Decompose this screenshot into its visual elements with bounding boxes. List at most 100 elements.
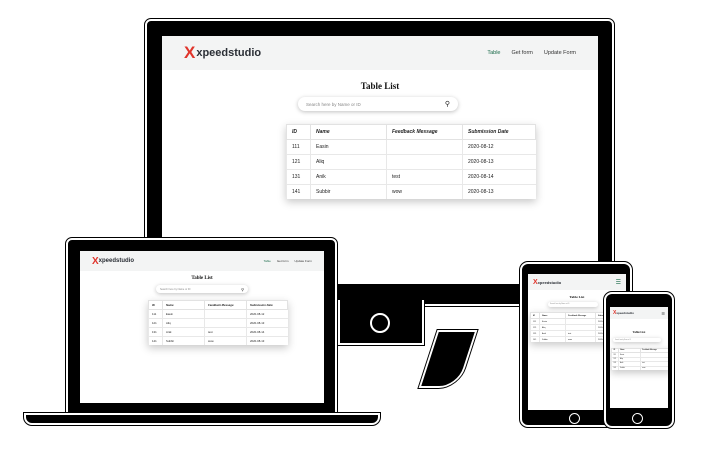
cell-name: Easin: [310, 139, 387, 155]
cell-name: Subbir: [617, 365, 641, 370]
page-title: Table List: [191, 276, 213, 281]
cell-name: Subbir: [162, 336, 205, 345]
search-placeholder: Search here by Name or ID: [615, 339, 631, 341]
cell-feedback: [204, 309, 247, 319]
brand-logo[interactable]: X xpeedstudio: [92, 256, 134, 267]
brand-logo[interactable]: X xpeedstudio: [613, 310, 634, 316]
nav-item-table[interactable]: Table: [264, 259, 271, 263]
search-placeholder: Search here by Name or ID: [306, 101, 361, 107]
cell-name: Easin: [162, 309, 205, 319]
cell-feedback: wow: [565, 336, 596, 342]
cell-id: 131: [148, 327, 163, 337]
nav-item-update-form[interactable]: Update Form: [294, 259, 312, 263]
col-header-name: Name: [310, 124, 387, 140]
cell-date: 2020-08-13: [462, 184, 536, 199]
phone-home-button-icon: [632, 413, 643, 424]
menu-icon[interactable]: ☰: [661, 311, 665, 316]
navbar: X xpeedstudio Table Get form Update Form: [80, 251, 324, 271]
cell-date: 2020-08-12: [246, 309, 288, 319]
cell-id: 141: [611, 365, 619, 370]
logo-text: xpeedstudio: [196, 47, 262, 59]
search-input[interactable]: Search here by Name or ID: [613, 338, 661, 342]
page-title: Table List: [632, 330, 646, 334]
col-header-feedback: Feedback Message: [204, 300, 247, 310]
cell-feedback: test: [204, 327, 247, 337]
logo-text: xpeedstudio: [537, 279, 562, 285]
col-header-date: Submission Date: [246, 300, 288, 310]
laptop-base: [23, 412, 381, 426]
cell-name: Anik: [310, 169, 387, 185]
nav-item-table[interactable]: Table: [487, 50, 500, 56]
monitor-stand-base: [417, 329, 479, 389]
cell-id: 121: [286, 154, 311, 170]
cell-date: 2020-08-12: [462, 139, 536, 155]
cell-date: 2020-08-13: [462, 154, 536, 170]
nav-links: Table Get form Update Form: [487, 50, 576, 56]
search-input[interactable]: Search here by Name or ID: [548, 302, 598, 307]
nav-item-get-form[interactable]: Get form: [277, 259, 289, 263]
data-table: ID Name Feedback Message Submission Date…: [148, 300, 288, 345]
logo-text: xpeedstudio: [616, 311, 635, 315]
table-row[interactable]: 111 Easin 2020-08-12: [286, 139, 536, 155]
search-icon[interactable]: ⚲: [445, 100, 450, 108]
cell-name: Subbir: [310, 184, 387, 199]
cell-feedback: wow: [639, 365, 668, 370]
cell-date: 2020-08-14: [462, 169, 536, 185]
table-row[interactable]: 121 Aliq 2020-08-13: [286, 154, 536, 170]
cell-id: 141: [286, 184, 311, 199]
col-header-id: ID: [148, 300, 163, 310]
cell-name: Aliq: [162, 318, 205, 328]
nav-item-update-form[interactable]: Update Form: [544, 50, 576, 56]
table-row[interactable]: 121Aliq 2020-08-13: [148, 318, 288, 328]
brand-logo[interactable]: X xpeedstudio: [184, 43, 261, 63]
tablet-home-button-icon: [569, 413, 580, 424]
cell-name: Subbir: [539, 336, 566, 342]
table-row[interactable]: 141 Subbir wow 2020-08-13: [286, 184, 536, 199]
phone-screen: X xpeedstudio ☰ Table List Search here b…: [610, 307, 668, 408]
search-placeholder: Search here by Name or ID: [160, 287, 191, 291]
nav-links: Table Get form Update Form: [264, 259, 312, 263]
cell-date: 2020-08-13: [246, 336, 288, 345]
page-title: Table List: [360, 81, 400, 91]
laptop-screen: X xpeedstudio Table Get form Update Form…: [80, 251, 324, 403]
cell-feedback: wow: [204, 336, 247, 345]
cell-date: 2020-08-13: [246, 318, 288, 328]
cell-name: Aliq: [310, 154, 387, 170]
search-icon[interactable]: ⚲: [241, 287, 244, 292]
navbar: X xpeedstudio ☰: [528, 274, 626, 290]
table-row[interactable]: 141 Subbir wow: [611, 365, 668, 370]
search-placeholder: Search here by Name or ID: [550, 304, 570, 305]
search-input[interactable]: Search here by Name or ID ⚲: [156, 285, 248, 293]
navbar: X xpeedstudio Table Get form Update Form: [162, 36, 598, 70]
navbar: X xpeedstudio ☰: [610, 307, 668, 319]
table-row[interactable]: 141Subbirwow2020-08-13: [148, 336, 288, 345]
brand-logo[interactable]: X xpeedstudio: [533, 279, 561, 286]
data-table: ID Name Feedback Message Submission Date…: [286, 124, 536, 199]
cell-feedback: [386, 139, 463, 155]
col-header-name: Name: [162, 300, 205, 310]
cell-id: 121: [148, 318, 163, 328]
col-header-date: Submission Date: [462, 124, 536, 140]
logo-x-icon: X: [92, 255, 99, 267]
logo-text: xpeedstudio: [98, 258, 135, 264]
nav-item-get-form[interactable]: Get form: [511, 50, 532, 56]
cell-feedback: [386, 154, 463, 170]
menu-icon[interactable]: ☰: [616, 279, 621, 286]
table-row[interactable]: 111Easin 2020-08-12: [148, 309, 288, 319]
col-header-id: ID: [286, 124, 311, 140]
col-header-feedback: Feedback Message: [386, 124, 463, 140]
device-mockup-stage: X xpeedstudio Table Get form Update Form…: [0, 0, 720, 450]
cell-id: 111: [286, 139, 311, 155]
table-row[interactable]: 131Aniktest2020-08-14: [148, 327, 288, 337]
table-row[interactable]: 131 Anik test 2020-08-14: [286, 169, 536, 185]
table-header-row: ID Name Feedback Message Submission Date: [286, 124, 536, 140]
table-header-row: ID Name Feedback Message Submission Date: [148, 300, 288, 310]
cell-name: Anik: [162, 327, 205, 337]
cell-id: 111: [148, 309, 163, 319]
cell-id: 141: [148, 336, 163, 345]
search-input[interactable]: Search here by Name or ID ⚲: [298, 97, 458, 111]
cell-id: 141: [530, 336, 540, 342]
monitor-button-icon: [370, 313, 390, 333]
cell-date: 2020-08-14: [246, 327, 288, 337]
data-table: ID Name Feedback Message 111 Easin 121 Ali…: [611, 347, 668, 370]
